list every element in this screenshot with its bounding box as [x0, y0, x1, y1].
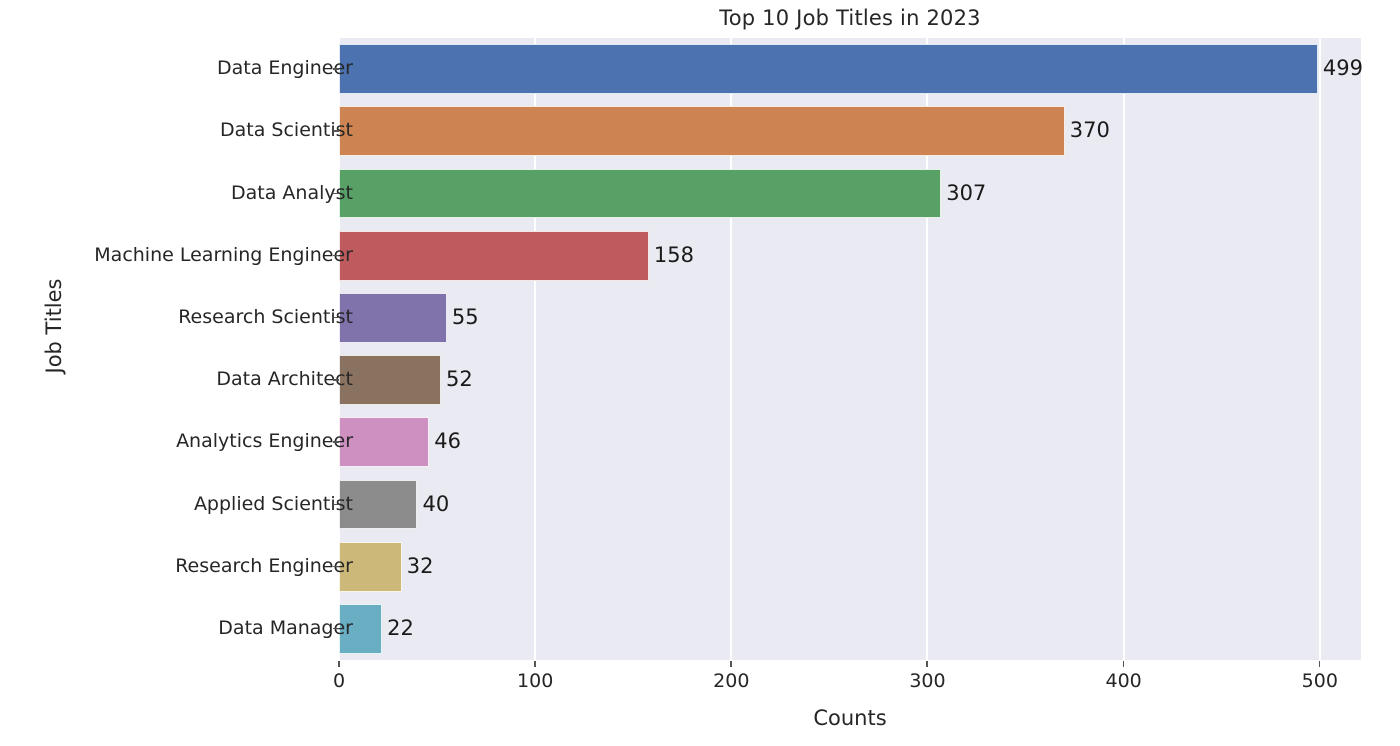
x-tick-label: 100	[517, 670, 554, 692]
x-tick-mark	[534, 661, 536, 667]
bar-row	[339, 230, 1361, 281]
bar-data-engineer[interactable]	[339, 44, 1318, 94]
bar-row	[339, 293, 1361, 343]
y-tick-label: Machine Learning Engineer	[94, 243, 353, 266]
y-tick-mark	[333, 130, 339, 132]
value-label: 22	[387, 615, 414, 640]
y-tick-mark	[333, 254, 339, 257]
y-tick-label: Applied Scientist	[193, 492, 353, 515]
x-tick-label: 200	[713, 670, 750, 692]
y-tick-mark	[333, 503, 339, 506]
bar-machine-learning-engineer[interactable]	[339, 230, 649, 281]
value-label: 307	[946, 180, 987, 205]
value-label: 158	[653, 242, 695, 267]
y-tick-label: Research Scientist	[178, 305, 353, 328]
value-label: 499	[1322, 56, 1363, 81]
bar-row	[339, 355, 1361, 405]
y-tick-mark	[333, 565, 339, 568]
x-tick-mark	[1318, 661, 1321, 667]
value-label: 40	[422, 491, 450, 516]
value-label: 46	[434, 429, 461, 454]
x-axis-label: Counts	[813, 706, 887, 730]
y-tick-mark	[333, 316, 339, 319]
plot-area	[339, 38, 1361, 660]
y-tick-mark	[333, 68, 339, 70]
value-label: 370	[1069, 118, 1110, 143]
y-tick-mark	[333, 441, 339, 443]
x-tick-label: 0	[332, 670, 346, 692]
y-tick-mark	[333, 379, 339, 381]
value-label: 52	[446, 367, 473, 392]
y-tick-mark	[333, 192, 339, 195]
bar-row	[339, 479, 1361, 530]
bar-row	[339, 106, 1361, 157]
x-tick-label: 400	[1105, 670, 1142, 692]
bar-row	[339, 44, 1361, 94]
x-tick-mark	[730, 661, 732, 667]
x-tick-label: 500	[1301, 670, 1338, 692]
bar-data-scientist[interactable]	[339, 106, 1065, 157]
bar-research-scientist[interactable]	[339, 293, 447, 343]
bar-row	[339, 604, 1361, 654]
value-label: 32	[406, 553, 434, 578]
chart-title: Top 10 Job Titles in 2023	[719, 6, 981, 30]
y-tick-label: Research Engineer	[175, 554, 353, 577]
value-label: 55	[451, 304, 479, 329]
x-tick-mark	[338, 661, 340, 667]
x-tick-label: 300	[909, 670, 946, 692]
y-axis-label: Job Titles	[42, 278, 66, 374]
bar-row	[339, 541, 1361, 592]
x-tick-mark	[1122, 661, 1125, 667]
bar-data-analyst[interactable]	[339, 168, 942, 219]
y-tick-mark	[333, 627, 339, 630]
chart-figure: Top 10 Job Titles in 2023 Job Titles Cou…	[0, 0, 1400, 746]
bar-data-architect[interactable]	[339, 355, 441, 405]
bar-row	[339, 417, 1361, 468]
bar-row	[339, 168, 1361, 219]
x-tick-mark	[926, 661, 929, 667]
y-tick-label: Analytics Engineer	[176, 430, 353, 453]
